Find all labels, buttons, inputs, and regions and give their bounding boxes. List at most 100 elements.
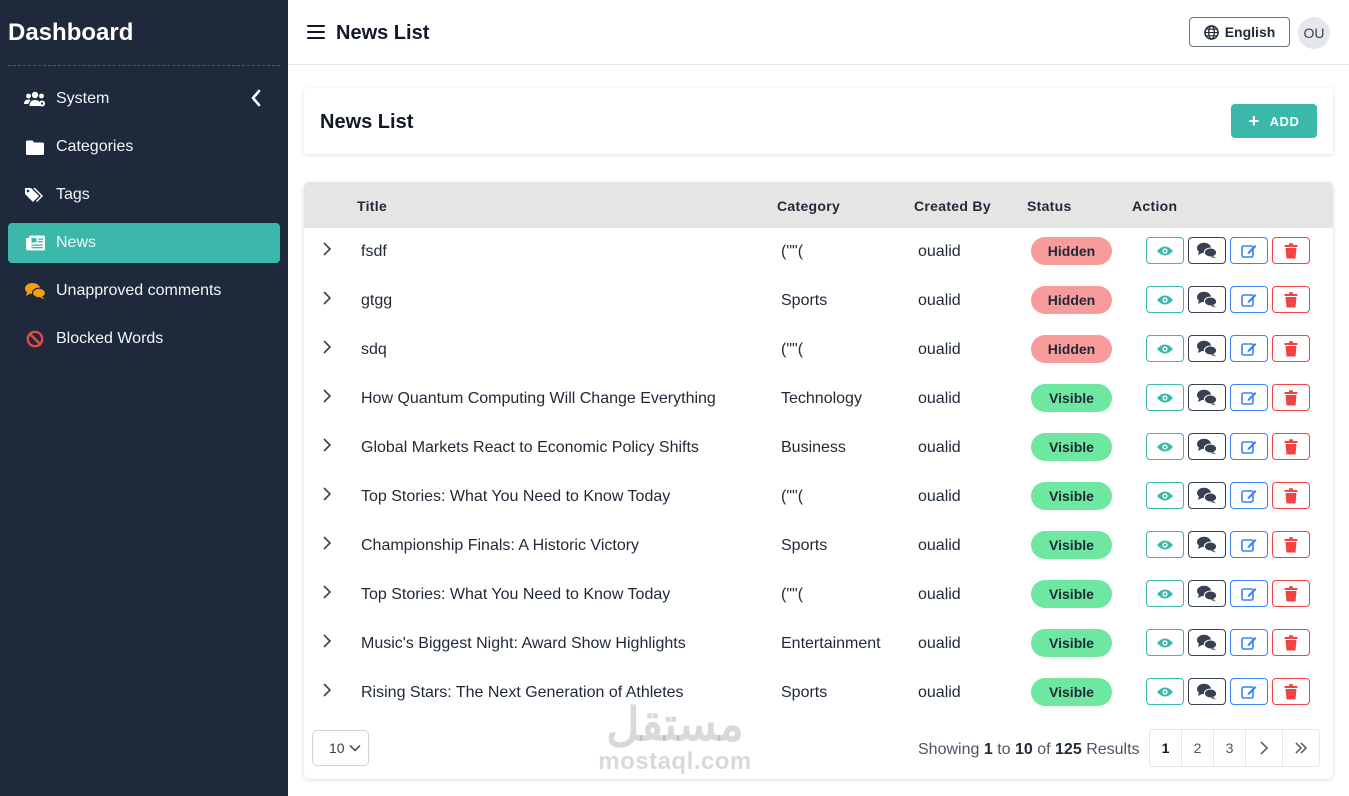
expand-row-icon[interactable] — [318, 633, 334, 649]
comments-button[interactable] — [1188, 286, 1226, 313]
status-badge: Hidden — [1031, 286, 1112, 314]
column-status[interactable]: Status — [1027, 198, 1072, 214]
view-button[interactable] — [1146, 629, 1184, 656]
comments-button[interactable] — [1188, 678, 1226, 705]
language-button[interactable]: English — [1189, 17, 1290, 47]
per-page-select[interactable]: 10 — [312, 730, 369, 766]
edit-button[interactable] — [1230, 580, 1268, 607]
delete-button[interactable] — [1272, 531, 1310, 558]
column-title[interactable]: Title — [357, 198, 387, 214]
edit-icon — [1241, 243, 1257, 259]
delete-button[interactable] — [1272, 678, 1310, 705]
sidebar-item-tags[interactable]: Tags — [8, 175, 280, 215]
column-category[interactable]: Category — [777, 198, 840, 214]
trash-icon — [1284, 585, 1298, 602]
view-button[interactable] — [1146, 335, 1184, 362]
sidebar-item-unapproved-comments[interactable]: Unapproved comments — [8, 271, 280, 311]
avatar[interactable]: OU — [1298, 17, 1330, 49]
chevron-left-icon[interactable] — [250, 89, 262, 112]
news-title: Top Stories: What You Need to Know Today — [361, 586, 671, 603]
news-title: Championship Finals: A Historic Victory — [361, 537, 640, 554]
view-button[interactable] — [1146, 678, 1184, 705]
edit-button[interactable] — [1230, 531, 1268, 558]
sidebar-item-categories[interactable]: Categories — [8, 127, 280, 167]
comments-icon — [1197, 242, 1217, 259]
view-button[interactable] — [1146, 433, 1184, 460]
sidebar-item-news[interactable]: News — [8, 223, 280, 263]
comments-button[interactable] — [1188, 433, 1226, 460]
table-row[interactable]: How Quantum Computing Will Change Everyt… — [304, 375, 1333, 424]
sidebar-item-system[interactable]: System — [8, 79, 280, 119]
table-row[interactable]: Top Stories: What You Need to Know Today… — [304, 571, 1333, 620]
expand-row-icon[interactable] — [318, 437, 334, 453]
delete-button[interactable] — [1272, 482, 1310, 509]
view-button[interactable] — [1146, 531, 1184, 558]
news-title: sdq — [361, 341, 387, 358]
add-news-button[interactable]: + ADD — [1231, 104, 1317, 138]
table-row[interactable]: Global Markets React to Economic Policy … — [304, 424, 1333, 473]
news-category: (""( — [781, 341, 804, 358]
table-row[interactable]: fsdf (""(oualid Hidden — [304, 228, 1333, 277]
comments-button[interactable] — [1188, 335, 1226, 362]
news-category: Entertainment — [781, 635, 881, 652]
expand-row-icon[interactable] — [318, 290, 334, 306]
comments-button[interactable] — [1188, 482, 1226, 509]
delete-button[interactable] — [1272, 286, 1310, 313]
delete-button[interactable] — [1272, 433, 1310, 460]
table-row[interactable]: Music's Biggest Night: Award Show Highli… — [304, 620, 1333, 669]
expand-row-icon[interactable] — [318, 339, 334, 355]
table-row[interactable]: gtgg Sports oualid Hidden — [304, 277, 1333, 326]
eye-icon — [1156, 441, 1174, 453]
edit-button[interactable] — [1230, 678, 1268, 705]
expand-row-icon[interactable] — [318, 584, 334, 600]
expand-row-icon[interactable] — [318, 241, 334, 257]
table-row[interactable]: sdq (""(oualid Hidden — [304, 326, 1333, 375]
comments-button[interactable] — [1188, 580, 1226, 607]
expand-row-icon[interactable] — [318, 535, 334, 551]
last-page-button[interactable] — [1282, 729, 1320, 767]
sidebar-item-blocked-words[interactable]: Blocked Words — [8, 319, 280, 359]
table-row[interactable]: Rising Stars: The Next Generation of Ath… — [304, 669, 1333, 718]
view-button[interactable] — [1146, 237, 1184, 264]
topbar: News List English OU — [288, 0, 1349, 65]
comments-button[interactable] — [1188, 629, 1226, 656]
page-2-button[interactable]: 2 — [1181, 729, 1214, 767]
expand-row-icon[interactable] — [318, 486, 334, 502]
delete-button[interactable] — [1272, 580, 1310, 607]
table-row[interactable]: Championship Finals: A Historic Victory S… — [304, 522, 1333, 571]
edit-button[interactable] — [1230, 237, 1268, 264]
edit-button[interactable] — [1230, 629, 1268, 656]
view-button[interactable] — [1146, 580, 1184, 607]
row-actions — [1146, 531, 1314, 558]
view-button[interactable] — [1146, 286, 1184, 313]
sidebar-item-label: News — [56, 234, 97, 251]
edit-button[interactable] — [1230, 286, 1268, 313]
comments-icon — [24, 281, 46, 301]
view-button[interactable] — [1146, 384, 1184, 411]
hamburger-menu-icon[interactable] — [306, 22, 326, 42]
news-title: Music's Biggest Night: Award Show Highli… — [361, 635, 686, 652]
page-1-button[interactable]: 1 — [1149, 729, 1182, 767]
comments-button[interactable] — [1188, 384, 1226, 411]
expand-row-icon[interactable] — [318, 388, 334, 404]
page-3-button[interactable]: 3 — [1213, 729, 1246, 767]
view-button[interactable] — [1146, 482, 1184, 509]
column-created-by[interactable]: Created By — [914, 198, 991, 214]
edit-button[interactable] — [1230, 384, 1268, 411]
comments-icon — [1197, 438, 1217, 455]
table-row[interactable]: Top Stories: What You Need to Know Today… — [304, 473, 1333, 522]
edit-button[interactable] — [1230, 335, 1268, 362]
delete-button[interactable] — [1272, 237, 1310, 264]
row-actions — [1146, 629, 1314, 656]
edit-icon — [1241, 537, 1257, 553]
delete-button[interactable] — [1272, 384, 1310, 411]
delete-button[interactable] — [1272, 629, 1310, 656]
edit-button[interactable] — [1230, 482, 1268, 509]
comments-button[interactable] — [1188, 237, 1226, 264]
delete-button[interactable] — [1272, 335, 1310, 362]
expand-row-icon[interactable] — [318, 682, 334, 698]
trash-icon — [1284, 389, 1298, 406]
next-page-button[interactable] — [1245, 729, 1283, 767]
edit-button[interactable] — [1230, 433, 1268, 460]
comments-button[interactable] — [1188, 531, 1226, 558]
